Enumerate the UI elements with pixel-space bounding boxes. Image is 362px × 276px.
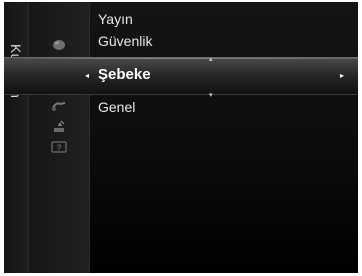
- menu-item-sebeke[interactable]: Şebeke: [98, 66, 151, 83]
- support-help-icon[interactable]: ?: [51, 141, 67, 155]
- menu-item-yayin[interactable]: Yayın: [98, 10, 133, 28]
- menu-title-strip: Kurulum: [4, 2, 29, 273]
- menu-list: Yayın Güvenlik Genel: [90, 2, 358, 273]
- scroll-down-icon[interactable]: ▾: [209, 92, 213, 99]
- input-icon[interactable]: [51, 99, 67, 113]
- tv-menu-screen: Kurulum: [4, 2, 358, 273]
- menu-item-genel[interactable]: Genel: [98, 98, 135, 116]
- menu-icon-column: ?: [29, 2, 90, 273]
- picture-icon[interactable]: [51, 38, 67, 52]
- left-arrow-icon: ◂: [85, 71, 90, 80]
- menu-item-guvenlik[interactable]: Güvenlik: [98, 32, 152, 50]
- right-arrow-icon[interactable]: ▸: [340, 72, 344, 80]
- scroll-up-icon[interactable]: ▴: [209, 56, 213, 63]
- svg-text:?: ?: [57, 144, 62, 153]
- application-icon[interactable]: [51, 120, 67, 134]
